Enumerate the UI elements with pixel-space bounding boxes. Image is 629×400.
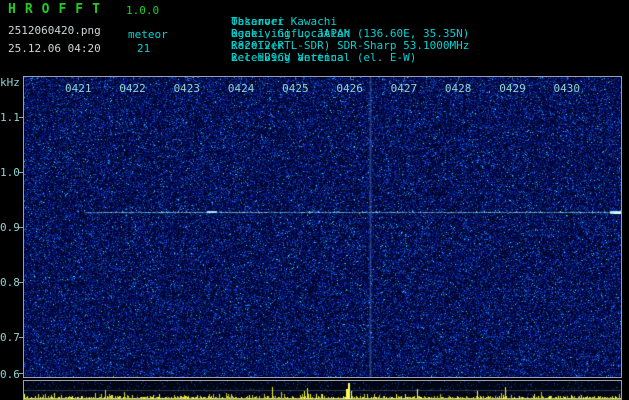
- info-row: Observer: Takanori Kawachi: [178, 4, 337, 28]
- y-tick-label: 0.6: [0, 368, 20, 381]
- output-filename: 2512060420.png: [8, 24, 101, 37]
- info-value: 2el-HB9CV Vertical (el. E-W): [230, 51, 417, 64]
- y-tick-label: 0.8: [0, 276, 20, 289]
- y-tick-label: 0.7: [0, 331, 20, 344]
- x-tick-label: 0424: [227, 82, 255, 95]
- x-tick-label: 0428: [444, 82, 472, 95]
- x-tick-label: 0430: [553, 82, 580, 95]
- station-info: Observer: Takanori Kawachi Receiving Loca…: [178, 4, 469, 64]
- spectrogram-canvas: [24, 77, 621, 377]
- x-tick-label: 0427: [390, 82, 418, 95]
- spectrogram-plot: 0421 0422 0423 0424 0425 0426 0427 0428 …: [23, 76, 622, 378]
- mode-label: meteor: [128, 28, 168, 41]
- y-tick-label: 0.9: [0, 221, 20, 234]
- app-title: HROFFT: [8, 2, 109, 17]
- x-tick-label: 0422: [119, 82, 146, 95]
- hrofft-window: HROFFT 1.0.0 2512060420.png meteor 25.12…: [0, 0, 629, 400]
- app-version: 1.0.0: [126, 4, 160, 17]
- x-tick-label: 0429: [499, 82, 526, 95]
- y-axis-unit: kHz: [0, 76, 20, 89]
- timestamp: 25.12.06 04:20: [8, 42, 101, 55]
- x-tick-label: 0421: [65, 82, 92, 95]
- y-tick-label: 1.1: [0, 111, 20, 124]
- signal-level-canvas: [24, 381, 621, 399]
- x-tick-label: 0425: [282, 82, 309, 95]
- event-count: 21: [137, 42, 151, 55]
- x-tick-label: 0426: [336, 82, 363, 95]
- x-tick-label: 0423: [173, 82, 201, 95]
- signal-level-strip: [23, 380, 622, 400]
- y-tick-label: 1.0: [0, 166, 20, 179]
